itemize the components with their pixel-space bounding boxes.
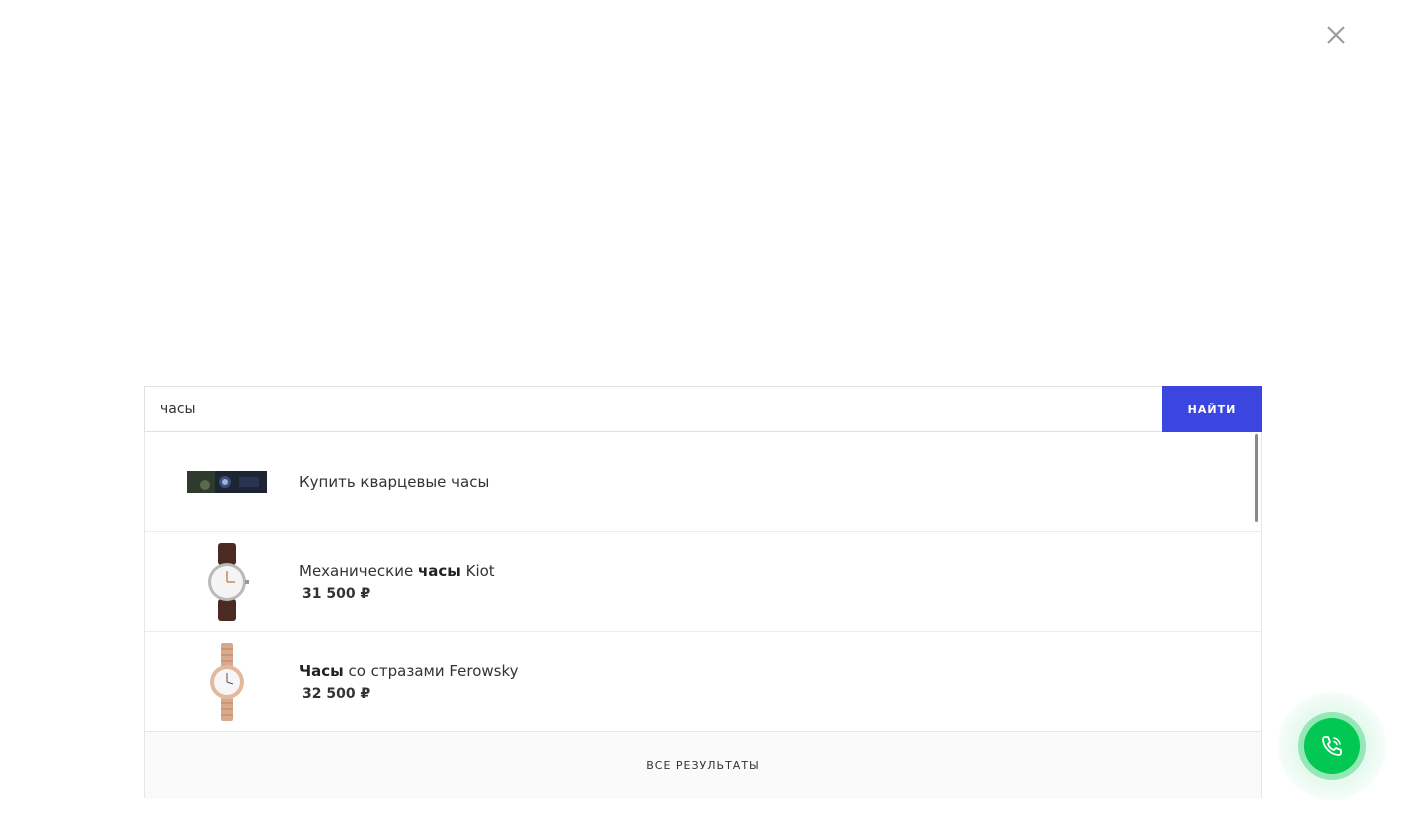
phone-icon <box>1322 736 1342 756</box>
search-overlay: НАЙТИ <box>0 0 1401 816</box>
result-item-ferowsky-watch[interactable]: Часы со стразами Ferowsky 32 500 ₽ <box>145 632 1261 731</box>
result-title: Механические часы Kiot <box>299 561 495 580</box>
leather-watch-image <box>208 542 249 621</box>
search-panel: НАЙТИ <box>144 386 1262 799</box>
result-info: Механические часы Kiot 31 500 ₽ <box>299 562 495 602</box>
result-info: Купить кварцевые часы <box>299 473 489 491</box>
result-title: Часы со стразами Ferowsky <box>299 661 519 680</box>
result-info: Часы со стразами Ferowsky 32 500 ₽ <box>299 662 519 702</box>
result-thumbnail <box>187 442 267 522</box>
result-thumbnail <box>187 642 267 722</box>
bracelet-watch-image <box>210 642 244 721</box>
result-price: 31 500 ₽ <box>302 585 371 602</box>
search-results-dropdown: Купить кварцевые часы Механические часы … <box>144 432 1262 799</box>
result-title: Купить кварцевые часы <box>299 472 490 491</box>
result-thumbnail <box>187 542 267 622</box>
callback-ring <box>1298 712 1366 780</box>
search-bar: НАЙТИ <box>144 386 1262 432</box>
callback-button[interactable] <box>1278 692 1386 800</box>
callback-inner <box>1304 718 1360 774</box>
result-item-kiot-watch[interactable]: Механические часы Kiot 31 500 ₽ <box>145 532 1261 632</box>
result-list: Купить кварцевые часы Механические часы … <box>145 432 1261 731</box>
result-price: 32 500 ₽ <box>302 685 371 702</box>
close-button[interactable] <box>1321 20 1351 50</box>
search-button[interactable]: НАЙТИ <box>1162 386 1262 432</box>
close-icon <box>1327 26 1345 44</box>
all-results-button[interactable]: ВСЕ РЕЗУЛЬТАТЫ <box>145 731 1261 799</box>
result-item-quartz-watches[interactable]: Купить кварцевые часы <box>145 432 1261 532</box>
product-banner-image <box>187 470 267 493</box>
results-scrollbar[interactable] <box>1255 434 1258 522</box>
search-input[interactable] <box>145 387 1162 431</box>
